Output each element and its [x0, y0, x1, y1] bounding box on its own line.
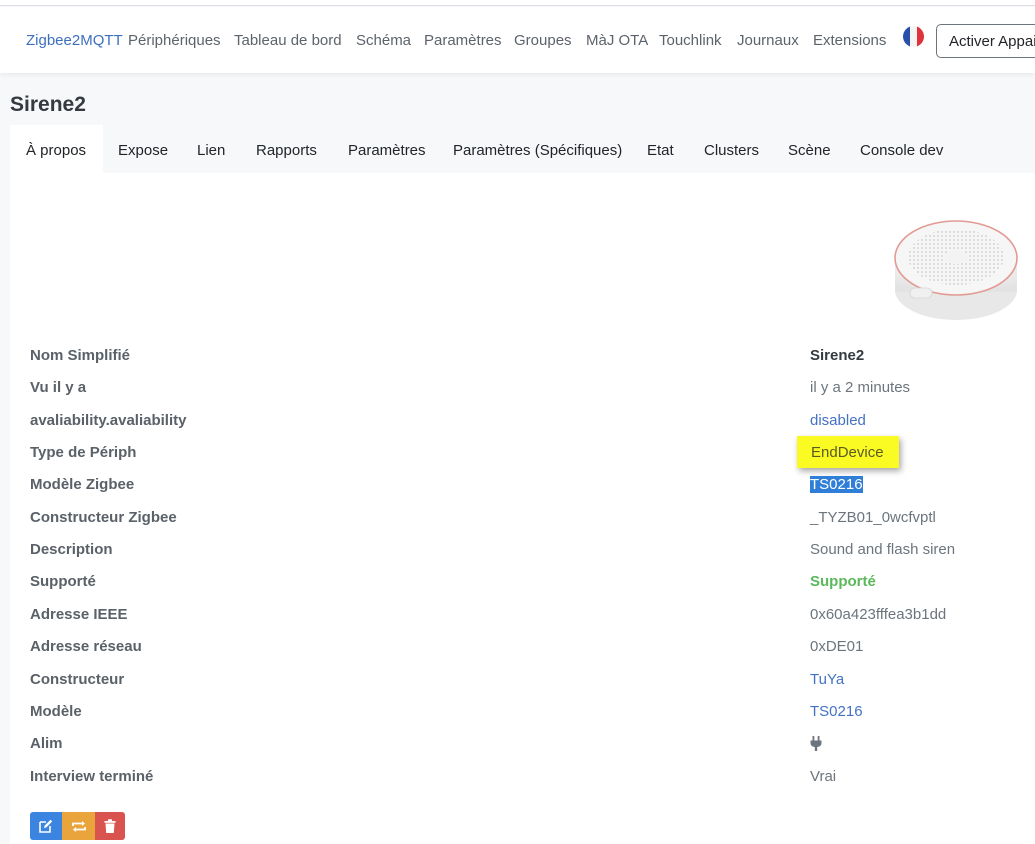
detail-value: Sound and flash siren: [810, 541, 956, 558]
detail-label: Vu il y a: [30, 379, 87, 396]
tab-settings[interactable]: Paramètres: [348, 125, 426, 173]
detail-label: avaliability.avaliability: [30, 412, 187, 429]
detail-label: Nom Simplifié: [30, 347, 131, 364]
detail-label: Constructeur: [30, 671, 125, 688]
permit-join-button[interactable]: Activer Appairage: [936, 24, 1035, 58]
detail-label: Constructeur Zigbee: [30, 509, 177, 526]
detail-row-zigbee-model: Modèle Zigbee TS0216: [0, 476, 1035, 508]
nav-devices[interactable]: Périphériques: [128, 32, 221, 49]
nav-map[interactable]: Schéma: [356, 32, 411, 49]
detail-row-zigbee-manufacturer: Constructeur Zigbee _TYZB01_0wcfvptl: [0, 509, 1035, 541]
page-title: Sirene2: [10, 93, 86, 116]
detail-row-model: Modèle TS0216: [0, 703, 1035, 735]
tab-reporting[interactable]: Rapports: [256, 125, 317, 173]
detail-row-power: Alim: [0, 735, 1035, 767]
detail-row-interview-completed: Interview terminé Vrai: [0, 768, 1035, 800]
detail-row-network-address: Adresse réseau 0xDE01: [0, 638, 1035, 670]
detail-label: Adresse IEEE: [30, 606, 128, 623]
device-tabs: À propos Expose Lien Rapports Paramètres…: [10, 125, 1035, 173]
availability-link[interactable]: disabled: [810, 412, 866, 429]
tab-settings-specific[interactable]: Paramètres (Spécifiques): [453, 125, 622, 173]
detail-label: Supporté: [30, 573, 96, 590]
detail-row-friendly-name: Nom Simplifié Sirene2: [0, 347, 1035, 379]
detail-row-ieee-address: Adresse IEEE 0x60a423fffea3b1dd: [0, 606, 1035, 638]
tab-dev-console[interactable]: Console dev: [860, 125, 943, 173]
nav-settings[interactable]: Paramètres: [424, 32, 502, 49]
window-top-edge: [0, 0, 1035, 6]
device-action-buttons: [30, 812, 125, 840]
detail-value: 0x60a423fffea3b1dd: [810, 606, 947, 623]
supported-status: Supporté: [810, 573, 876, 590]
remove-button[interactable]: [95, 812, 125, 840]
nav-touchlink[interactable]: Touchlink: [659, 32, 722, 49]
detail-row-manufacturer: Constructeur TuYa: [0, 671, 1035, 703]
tab-state[interactable]: Etat: [647, 125, 674, 173]
detail-row-device-type: Type de Périph EndDevice: [0, 444, 1035, 476]
edit-icon: [39, 819, 53, 833]
tab-scene[interactable]: Scène: [788, 125, 831, 173]
tab-about[interactable]: À propos: [10, 125, 103, 173]
detail-value: il y a 2 minutes: [810, 379, 911, 396]
top-navbar: Zigbee2MQTT Périphériques Tableau de bor…: [0, 7, 1035, 73]
detail-row-description: Description Sound and flash siren: [0, 541, 1035, 573]
france-flag-icon[interactable]: [903, 26, 924, 47]
tab-exposes[interactable]: Expose: [118, 125, 168, 173]
detail-label: Interview terminé: [30, 768, 154, 785]
nav-groups[interactable]: Groupes: [514, 32, 572, 49]
trash-icon: [104, 819, 116, 833]
nav-extensions[interactable]: Extensions: [813, 32, 886, 49]
detail-row-last-seen: Vu il y a il y a 2 minutes: [0, 379, 1035, 411]
nav-brand-link[interactable]: Zigbee2MQTT: [26, 32, 123, 49]
detail-label: Adresse réseau: [30, 638, 142, 655]
manufacturer-link[interactable]: TuYa: [810, 671, 844, 688]
detail-value: EndDevice: [811, 444, 884, 461]
detail-value-selected: TS0216: [810, 476, 863, 493]
reconfigure-button[interactable]: [62, 812, 95, 840]
tab-clusters[interactable]: Clusters: [704, 125, 759, 173]
detail-label: Type de Périph: [30, 444, 137, 461]
detail-label: Modèle: [30, 703, 82, 720]
nav-dashboard[interactable]: Tableau de bord: [234, 32, 342, 49]
detail-label: Modèle Zigbee: [30, 476, 135, 493]
nav-logs[interactable]: Journaux: [737, 32, 799, 49]
tab-bind[interactable]: Lien: [197, 125, 225, 173]
reconfigure-icon: [71, 820, 86, 832]
detail-value: _TYZB01_0wcfvptl: [810, 509, 936, 526]
detail-label: Description: [30, 541, 113, 558]
device-image: [894, 220, 1018, 320]
detail-label: Alim: [30, 735, 63, 752]
nav-ota[interactable]: MàJ OTA: [586, 32, 648, 49]
model-link[interactable]: TS0216: [810, 703, 863, 720]
detail-value: 0xDE01: [810, 638, 864, 655]
detail-value: Vrai: [810, 768, 837, 785]
detail-row-supported: Supporté Supporté: [0, 573, 1035, 605]
detail-value: Sirene2: [810, 347, 865, 364]
rename-button[interactable]: [30, 812, 62, 840]
plug-icon: [810, 736, 822, 755]
